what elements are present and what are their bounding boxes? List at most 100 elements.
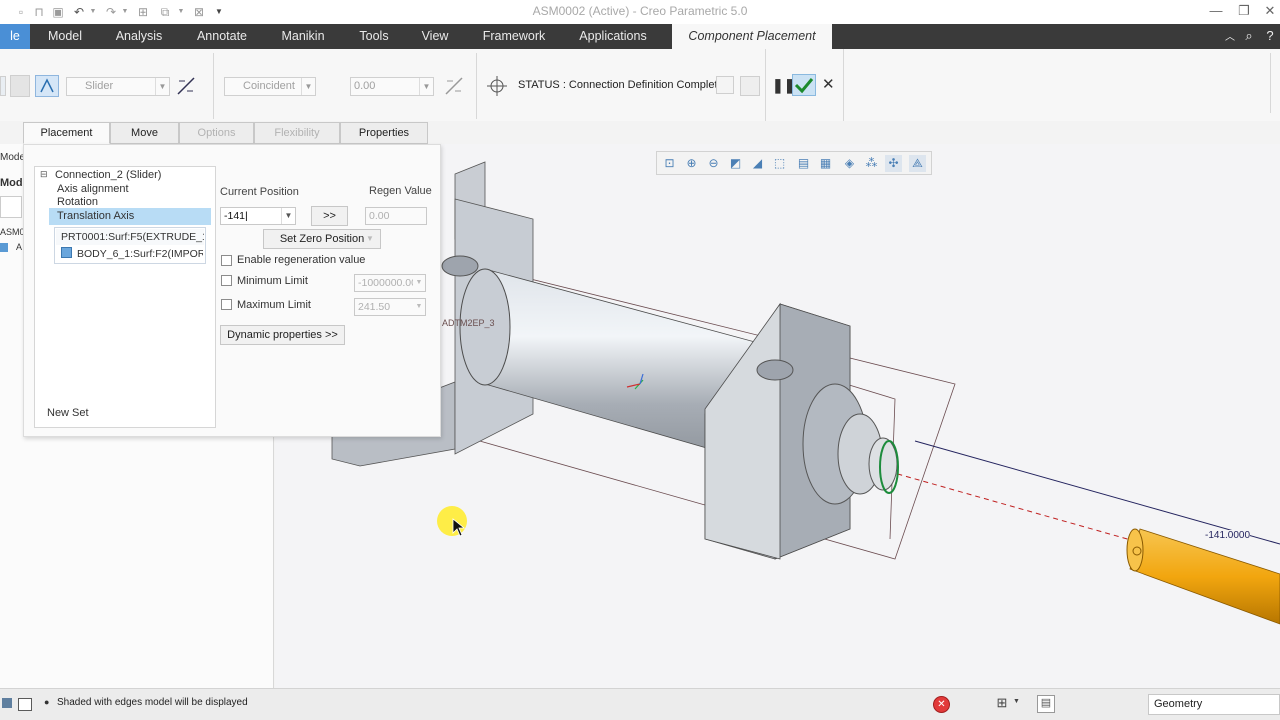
zoom-out-icon[interactable]: ⊖ [705, 155, 722, 172]
repaint-icon[interactable]: ◩ [727, 155, 744, 172]
tree-item-axis-alignment[interactable]: Axis alignment [57, 183, 129, 195]
ribbon: Slider ▼ Coincident ▼ 0.00 ▼ STATUS : Co… [0, 49, 1280, 121]
status-message: Shaded with edges model will be displaye… [57, 697, 248, 708]
reference-item[interactable]: BODY_6_1:Surf:F2(IMPORT F [77, 246, 203, 262]
search-icon[interactable]: ⌕ [1241, 28, 1257, 44]
display-style-icon[interactable]: ▤ [795, 155, 812, 172]
datum-display-icon[interactable]: ◈ [841, 155, 858, 172]
minimize-ribbon-icon[interactable]: ︿ [1222, 28, 1238, 44]
divider [213, 53, 214, 119]
chevron-down-icon[interactable]: ▼ [1013, 698, 1020, 705]
part-icon [61, 247, 72, 258]
regen-value-label: Regen Value [369, 185, 432, 197]
refit-icon[interactable]: ⊡ [661, 155, 678, 172]
selection-icon[interactable]: ▤ [1037, 695, 1055, 713]
copy-position-button[interactable]: >> [311, 206, 348, 226]
close-icon[interactable]: ✕ [1258, 2, 1280, 20]
show-dimensions-icon[interactable]: ⟁ [909, 155, 926, 172]
cancel-icon[interactable]: ✕ [822, 77, 836, 93]
confirm-button[interactable] [792, 74, 816, 96]
enable-regen-checkbox[interactable] [221, 255, 232, 266]
find-icon[interactable]: ⊞ [993, 695, 1011, 713]
connection-type-value: Slider [85, 80, 114, 92]
tab-properties[interactable]: Properties [340, 122, 428, 144]
tab-file[interactable]: le [0, 24, 30, 49]
chevron-down-icon: ▼ [155, 78, 169, 95]
maximum-limit-checkbox[interactable] [221, 299, 232, 310]
connection-status-text: STATUS : Connection Definition Complete. [518, 79, 727, 91]
divider [765, 49, 766, 121]
tab-placement[interactable]: Placement [23, 122, 110, 144]
separate-window-icon[interactable] [716, 76, 734, 94]
tab-applications[interactable]: Applications [566, 24, 660, 49]
mechanism-connection-icon[interactable] [35, 75, 59, 97]
restore-icon[interactable]: ❐ [1232, 2, 1256, 20]
divider [1270, 53, 1271, 113]
model-tree-search[interactable] [0, 196, 22, 218]
tab-options[interactable]: Options [179, 122, 254, 144]
help-icon[interactable]: ? [1262, 28, 1278, 44]
reference-list: PRT0001:Surf:F5(EXTRUDE_1) BODY_6_1:Surf… [54, 227, 206, 264]
current-position-value: -141 [224, 210, 246, 222]
user-defined-icon[interactable] [10, 75, 30, 97]
tree-item-a[interactable]: A [16, 242, 22, 252]
current-position-input[interactable]: -141| ▼ [220, 207, 296, 225]
placement-panel: ⊟ Connection_2 (Slider) Axis alignment R… [23, 144, 441, 437]
new-set-link[interactable]: New Set [47, 407, 89, 419]
dynamic-properties-button[interactable]: Dynamic properties >> [220, 325, 345, 345]
chevron-down-icon[interactable]: ▼ [361, 231, 379, 247]
zoom-in-icon[interactable]: ⊕ [683, 155, 700, 172]
placement-mode-icon[interactable] [0, 76, 6, 96]
flip-icon[interactable] [176, 76, 196, 96]
minimize-icon[interactable]: — [1204, 2, 1228, 20]
tab-move[interactable]: Move [110, 122, 179, 144]
tab-model[interactable]: Model [30, 24, 100, 49]
tab-flexibility[interactable]: Flexibility [254, 122, 340, 144]
perspective-icon[interactable]: ◢ [749, 155, 766, 172]
selection-filter-select[interactable]: Geometry [1148, 694, 1280, 715]
spin-center-icon[interactable]: ✣ [885, 155, 902, 172]
front-mount-hole [756, 359, 794, 381]
chevron-down-icon: ▼ [415, 303, 423, 310]
tree-item-rotation[interactable]: Rotation [57, 196, 98, 208]
flip-constraint-icon[interactable] [444, 76, 464, 96]
view-manager-icon[interactable]: ▦ [817, 155, 834, 172]
annotation-display-icon[interactable]: ⁂ [863, 155, 880, 172]
chevron-down-icon[interactable]: ▼ [281, 208, 295, 224]
maximum-limit-value: 241.50 [358, 301, 391, 313]
move-component-icon[interactable] [486, 75, 508, 97]
saved-orientations-icon[interactable]: ⬚ [771, 155, 788, 172]
mouse-pointer-icon [452, 518, 466, 537]
tab-component-placement[interactable]: Component Placement [672, 24, 832, 49]
offset-input[interactable]: 0.00 ▼ [350, 77, 434, 96]
ribbon-tab-bar: le Model Analysis Annotate Manikin Tools… [0, 24, 1280, 49]
axis-line [914, 440, 1280, 545]
tree-item-translation-axis[interactable]: Translation Axis [49, 208, 211, 225]
connection-node[interactable]: Connection_2 (Slider) [55, 169, 161, 181]
window-title: ASM0002 (Active) - Creo Parametric 5.0 [532, 4, 748, 18]
tab-tools[interactable]: Tools [346, 24, 402, 49]
tab-manikin[interactable]: Manikin [270, 24, 336, 49]
browser-toggle-icon[interactable] [18, 698, 32, 711]
error-icon[interactable]: ✕ [933, 696, 950, 713]
dimension-label[interactable]: -141.0000 [1205, 530, 1251, 541]
regen-value-input[interactable]: 0.00 [365, 207, 427, 225]
tab-framework[interactable]: Framework [470, 24, 558, 49]
assembly-window-icon[interactable] [740, 76, 760, 96]
tab-annotate[interactable]: Annotate [184, 24, 260, 49]
constraint-type-value: Coincident [243, 80, 295, 92]
navigator-toggle-icon[interactable] [2, 698, 12, 708]
maximum-limit-input[interactable]: 241.50 ▼ [354, 298, 426, 316]
current-position-label: Current Position [220, 186, 299, 198]
minimum-limit-checkbox[interactable] [221, 275, 232, 286]
tab-view[interactable]: View [410, 24, 460, 49]
minimum-limit-input[interactable]: -1000000.00 ▼ [354, 274, 426, 292]
pause-icon[interactable]: ❚❚ [772, 77, 795, 93]
constraint-type-select[interactable]: Coincident ▼ [224, 77, 316, 96]
piston-rod [1129, 528, 1280, 625]
reference-item[interactable]: PRT0001:Surf:F5(EXTRUDE_1) [56, 229, 204, 245]
collapse-icon[interactable]: ⊟ [40, 169, 48, 180]
tab-analysis[interactable]: Analysis [104, 24, 174, 49]
connection-type-select[interactable]: Slider ▼ [66, 77, 170, 96]
tree-item-asm[interactable]: ASM0 [0, 227, 25, 237]
